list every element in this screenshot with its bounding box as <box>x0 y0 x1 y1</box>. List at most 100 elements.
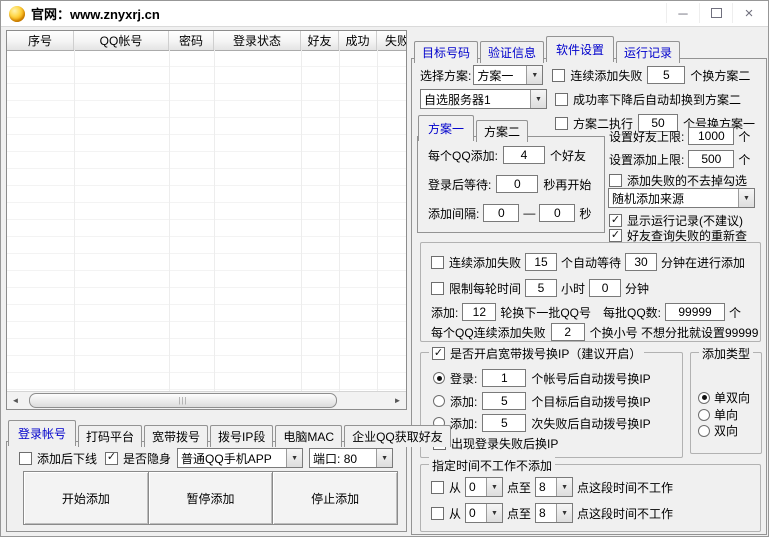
add-source-dropdown[interactable]: 随机添加来源 ▼ <box>608 188 755 208</box>
friend-limit-label: 设置好友上限: <box>609 129 685 144</box>
close-button[interactable]: × <box>732 3 765 23</box>
check-icon: ✓ <box>433 346 444 359</box>
show-log-checkbox[interactable]: ✓ <box>609 214 622 227</box>
schedule2-checkbox[interactable] <box>431 506 444 520</box>
tab-enterprise-qq[interactable]: 企业QQ获取好友 <box>344 425 451 447</box>
tab-verify-info[interactable]: 验证信息 <box>480 41 545 63</box>
port-dropdown[interactable]: 端口: 80 ▼ <box>309 448 394 468</box>
server-dropdown[interactable]: 自选服务器1 ▼ <box>420 89 547 109</box>
tab-dial-ip-range[interactable]: 拨号IP段 <box>210 425 274 447</box>
tab-run-log[interactable]: 运行记录 <box>616 41 681 63</box>
invisible-checkbox[interactable]: ✓ <box>105 451 119 465</box>
redial-title-label: 是否开启宽带拨号换IP（建议开启） <box>450 347 642 361</box>
add-type-both-radio[interactable] <box>698 391 710 404</box>
column-header-qq[interactable]: QQ帐号 <box>74 31 169 50</box>
scrollbar-thumb[interactable]: ||| <box>29 393 337 408</box>
start-add-button[interactable]: 开始添加 <box>23 471 149 525</box>
plan2-exec-checkbox[interactable] <box>555 116 568 130</box>
column-header-password[interactable]: 密码 <box>169 31 214 50</box>
dropdown-arrow-icon[interactable]: ▼ <box>556 478 573 496</box>
minimize-button[interactable]: ─ <box>666 3 699 23</box>
batch-size-input[interactable] <box>665 303 726 321</box>
plan-dropdown[interactable]: 方案一 ▼ <box>473 65 544 85</box>
table-body-empty[interactable] <box>7 50 406 392</box>
schedule2-to-dropdown[interactable]: 8 ▼ <box>535 503 574 523</box>
schedule1-from-dropdown[interactable]: 0 ▼ <box>465 477 504 497</box>
interval-min-input[interactable] <box>483 204 520 222</box>
column-header-friends[interactable]: 好友 <box>301 31 339 50</box>
column-header-index[interactable]: 序号 <box>7 31 74 50</box>
wait-after-login-input[interactable] <box>496 175 539 193</box>
maximize-button[interactable] <box>699 3 732 23</box>
dropdown-arrow-icon[interactable]: ▼ <box>376 449 393 467</box>
dropdown-arrow-icon[interactable]: ▼ <box>486 504 503 522</box>
fail-wait-count-input[interactable] <box>525 253 558 271</box>
dropdown-arrow-icon[interactable]: ▼ <box>526 66 543 84</box>
redial-target-label: 添加: <box>450 394 478 409</box>
redial-fail-label: 添加: <box>450 416 478 431</box>
tab-broadband-dial[interactable]: 宽带拨号 <box>144 425 209 447</box>
scroll-left-button[interactable]: ◄ <box>7 393 24 409</box>
stop-add-button[interactable]: 停止添加 <box>272 471 399 525</box>
tab-login-accounts[interactable]: 登录帐号 <box>8 420 77 446</box>
redial-login-radio[interactable] <box>433 372 445 384</box>
tab-captcha-platform[interactable]: 打码平台 <box>78 425 143 447</box>
tab-target-numbers[interactable]: 目标号码 <box>414 41 479 63</box>
redial-enable-checkbox[interactable]: ✓ <box>432 347 445 360</box>
scroll-right-button[interactable]: ► <box>389 393 406 409</box>
add-limit-unit: 个 <box>738 152 751 167</box>
schedule-row: 从 0 ▼ 点至 8 ▼ 点这段时间不工作 <box>431 477 673 497</box>
offline-after-add-checkbox[interactable] <box>19 451 32 465</box>
redial-login-input[interactable] <box>482 369 527 387</box>
dropdown-arrow-icon[interactable]: ▼ <box>556 504 573 522</box>
column-header-success[interactable]: 成功 <box>339 31 377 50</box>
window-title: 官网：www.znyxrj.cn <box>31 7 160 22</box>
fail-wait-suffix: 分钟在进行添加 <box>661 255 746 270</box>
dropdown-arrow-icon[interactable]: ▼ <box>738 189 754 207</box>
add-type-double-radio[interactable] <box>698 424 710 437</box>
schedule2-from-dropdown[interactable]: 0 ▼ <box>465 503 504 523</box>
switch-fail-input[interactable] <box>550 323 585 341</box>
add-per-qq-input[interactable] <box>503 146 546 164</box>
success-drop-switch-checkbox[interactable] <box>555 92 568 106</box>
tab-computer-mac[interactable]: 电脑MAC <box>275 425 343 447</box>
fail-wait-mid-label: 个自动等待 <box>561 255 622 270</box>
column-header-fail[interactable]: 失败 <box>377 31 406 50</box>
redial-target-input[interactable] <box>482 392 527 410</box>
round-limit-checkbox[interactable] <box>431 281 444 295</box>
interval-max-input[interactable] <box>539 204 576 222</box>
fail-wait-checkbox[interactable] <box>431 255 444 269</box>
redial-target-radio[interactable] <box>433 395 445 407</box>
add-type-single-label: 单向 <box>714 408 739 422</box>
column-header-login-status[interactable]: 登录状态 <box>214 31 301 50</box>
round-limit-hours-input[interactable] <box>525 279 558 297</box>
round-limit-mid-label: 小时 <box>561 281 586 296</box>
schedule1-checkbox[interactable] <box>431 480 444 494</box>
horizontal-scrollbar[interactable]: ◄ ||| ► <box>7 391 406 409</box>
redial-fail-input[interactable] <box>482 414 527 432</box>
schedule1-to-dropdown[interactable]: 8 ▼ <box>535 477 574 497</box>
requery-checkbox[interactable]: ✓ <box>609 229 622 242</box>
scroll-right-icon: ► <box>393 396 402 405</box>
tab-software-settings[interactable]: 软件设置 <box>546 36 615 62</box>
fail-switch-plan2-input[interactable] <box>647 66 686 84</box>
keep-failed-checkbox[interactable] <box>609 174 622 187</box>
fail-switch-plan2-checkbox[interactable] <box>552 68 566 82</box>
rotate-rounds-input[interactable] <box>462 303 497 321</box>
add-type-single-radio[interactable] <box>698 408 710 421</box>
add-limit-input[interactable] <box>688 150 735 168</box>
switch-fail-row: 每个QQ连续添加失败 个换小号 不想分批就设置99999 <box>431 323 758 341</box>
settings-tabbar: 目标号码 验证信息 软件设置 运行记录 <box>414 36 682 63</box>
tab-plan-two[interactable]: 方案二 <box>476 120 529 142</box>
login-app-dropdown[interactable]: 普通QQ手机APP ▼ <box>177 448 304 468</box>
dropdown-arrow-icon[interactable]: ▼ <box>286 449 303 467</box>
round-limit-minutes-input[interactable] <box>589 279 622 297</box>
tab-plan-one[interactable]: 方案一 <box>418 115 475 141</box>
dropdown-arrow-icon[interactable]: ▼ <box>530 90 546 108</box>
schedule1-suffix: 点这段时间不工作 <box>577 480 674 495</box>
friend-limit-input[interactable] <box>688 127 735 145</box>
dropdown-arrow-icon[interactable]: ▼ <box>486 478 503 496</box>
pause-add-button[interactable]: 暂停添加 <box>147 471 274 525</box>
fail-wait-minutes-input[interactable] <box>625 253 658 271</box>
batch-size-unit: 个 <box>729 305 742 320</box>
